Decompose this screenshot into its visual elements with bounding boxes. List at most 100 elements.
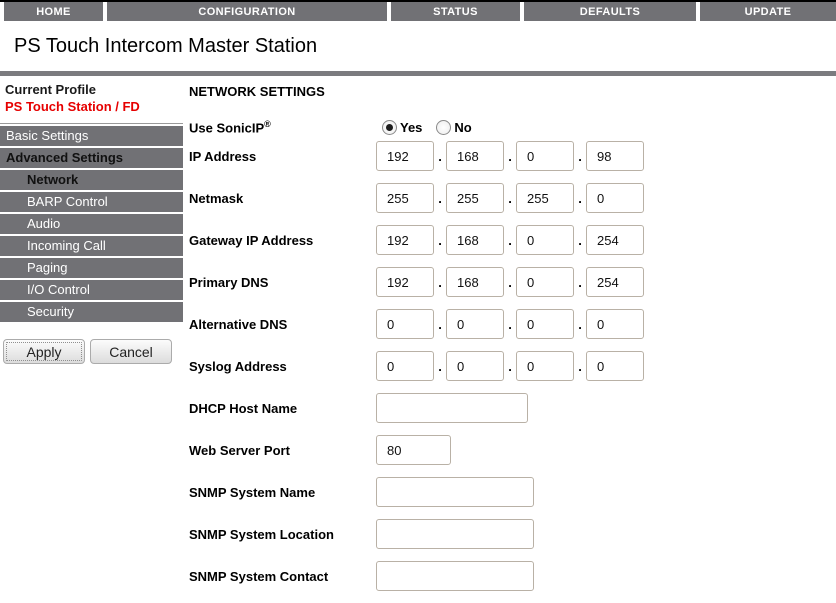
gateway-octet-3[interactable] (516, 225, 574, 255)
current-profile-label: Current Profile (0, 82, 183, 97)
registered-mark: ® (264, 119, 271, 129)
alternative-dns-label: Alternative DNS (189, 317, 376, 332)
syslog-octet-3[interactable] (516, 351, 574, 381)
primary-dns-row: Primary DNS . . . (189, 267, 836, 297)
cancel-button[interactable]: Cancel (90, 339, 172, 364)
sidebar-item-audio[interactable]: Audio (0, 214, 183, 234)
sidebar-menu: Basic Settings Advanced Settings Network… (0, 123, 183, 322)
snmp-system-name-input[interactable] (376, 477, 534, 507)
octet-separator: . (504, 275, 516, 290)
octet-separator: . (434, 191, 446, 206)
octet-separator: . (574, 359, 586, 374)
nav-defaults[interactable]: DEFAULTS (524, 2, 696, 21)
alternative-dns-octet-1[interactable] (376, 309, 434, 339)
octet-separator: . (504, 233, 516, 248)
gateway-octet-1[interactable] (376, 225, 434, 255)
netmask-octet-2[interactable] (446, 183, 504, 213)
primary-dns-octet-4[interactable] (586, 267, 644, 297)
syslog-octet-2[interactable] (446, 351, 504, 381)
alternative-dns-octet-3[interactable] (516, 309, 574, 339)
syslog-octet-1[interactable] (376, 351, 434, 381)
alternative-dns-octet-2[interactable] (446, 309, 504, 339)
web-server-port-input[interactable] (376, 435, 451, 465)
snmp-system-location-label: SNMP System Location (189, 527, 376, 542)
use-sonicip-label-text: Use SonicIP (189, 121, 264, 136)
current-profile-value: PS Touch Station / FD (0, 99, 183, 114)
sidebar-item-network[interactable]: Network (0, 170, 183, 190)
sonicip-no-label: No (454, 120, 471, 135)
primary-dns-octet-1[interactable] (376, 267, 434, 297)
dhcp-host-name-label: DHCP Host Name (189, 401, 376, 416)
network-settings-form: NETWORK SETTINGS Use SonicIP® Yes No IP … (183, 76, 836, 603)
nav-update[interactable]: UPDATE (700, 2, 836, 21)
page-title: PS Touch Intercom Master Station (14, 33, 836, 59)
primary-dns-label: Primary DNS (189, 275, 376, 290)
octet-separator: . (504, 149, 516, 164)
dhcp-host-name-input[interactable] (376, 393, 528, 423)
web-server-port-row: Web Server Port (189, 435, 836, 465)
sidebar-item-io-control[interactable]: I/O Control (0, 280, 183, 300)
ip-address-octet-3[interactable] (516, 141, 574, 171)
gateway-row: Gateway IP Address . . . (189, 225, 836, 255)
sidebar-item-basic-settings[interactable]: Basic Settings (0, 126, 183, 146)
netmask-octet-4[interactable] (586, 183, 644, 213)
octet-separator: . (574, 317, 586, 332)
netmask-label: Netmask (189, 191, 376, 206)
ip-address-octet-4[interactable] (586, 141, 644, 171)
nav-status[interactable]: STATUS (391, 2, 520, 21)
snmp-system-location-row: SNMP System Location (189, 519, 836, 549)
ip-address-label: IP Address (189, 149, 376, 164)
netmask-octet-3[interactable] (516, 183, 574, 213)
sidebar-item-security[interactable]: Security (0, 302, 183, 322)
apply-button[interactable]: Apply (3, 339, 85, 364)
ip-address-octet-2[interactable] (446, 141, 504, 171)
snmp-system-contact-label: SNMP System Contact (189, 569, 376, 584)
octet-separator: . (504, 317, 516, 332)
octet-separator: . (504, 359, 516, 374)
octet-separator: . (434, 359, 446, 374)
sidebar-item-incoming-call[interactable]: Incoming Call (0, 236, 183, 256)
alternative-dns-row: Alternative DNS . . . (189, 309, 836, 339)
snmp-system-name-label: SNMP System Name (189, 485, 376, 500)
octet-separator: . (504, 191, 516, 206)
use-sonicip-label: Use SonicIP® (189, 119, 376, 135)
octet-separator: . (434, 149, 446, 164)
gateway-label: Gateway IP Address (189, 233, 376, 248)
netmask-row: Netmask . . . (189, 183, 836, 213)
use-sonicip-row: Use SonicIP® Yes No (189, 114, 836, 141)
syslog-octet-4[interactable] (586, 351, 644, 381)
sidebar-item-barp-control[interactable]: BARP Control (0, 192, 183, 212)
snmp-system-location-input[interactable] (376, 519, 534, 549)
nav-configuration[interactable]: CONFIGURATION (107, 2, 387, 21)
snmp-system-contact-row: SNMP System Contact (189, 561, 836, 591)
dhcp-host-name-row: DHCP Host Name (189, 393, 836, 423)
sidebar: Current Profile PS Touch Station / FD Ba… (0, 76, 183, 364)
gateway-octet-2[interactable] (446, 225, 504, 255)
syslog-address-label: Syslog Address (189, 359, 376, 374)
top-nav: HOME CONFIGURATION STATUS DEFAULTS UPDAT… (0, 0, 836, 21)
snmp-system-contact-input[interactable] (376, 561, 534, 591)
sonicip-yes-radio[interactable] (382, 120, 397, 135)
octet-separator: . (434, 317, 446, 332)
octet-separator: . (574, 275, 586, 290)
ip-address-octet-1[interactable] (376, 141, 434, 171)
sidebar-item-paging[interactable]: Paging (0, 258, 183, 278)
gateway-octet-4[interactable] (586, 225, 644, 255)
web-server-port-label: Web Server Port (189, 443, 376, 458)
alternative-dns-octet-4[interactable] (586, 309, 644, 339)
sonicip-no-radio[interactable] (436, 120, 451, 135)
primary-dns-octet-2[interactable] (446, 267, 504, 297)
nav-home[interactable]: HOME (4, 2, 103, 21)
octet-separator: . (434, 275, 446, 290)
netmask-octet-1[interactable] (376, 183, 434, 213)
octet-separator: . (574, 233, 586, 248)
form-title: NETWORK SETTINGS (189, 84, 836, 99)
sidebar-item-advanced-settings[interactable]: Advanced Settings (0, 148, 183, 168)
primary-dns-octet-3[interactable] (516, 267, 574, 297)
syslog-address-row: Syslog Address . . . (189, 351, 836, 381)
octet-separator: . (574, 191, 586, 206)
octet-separator: . (434, 233, 446, 248)
sonicip-yes-label: Yes (400, 120, 422, 135)
octet-separator: . (574, 149, 586, 164)
snmp-system-name-row: SNMP System Name (189, 477, 836, 507)
